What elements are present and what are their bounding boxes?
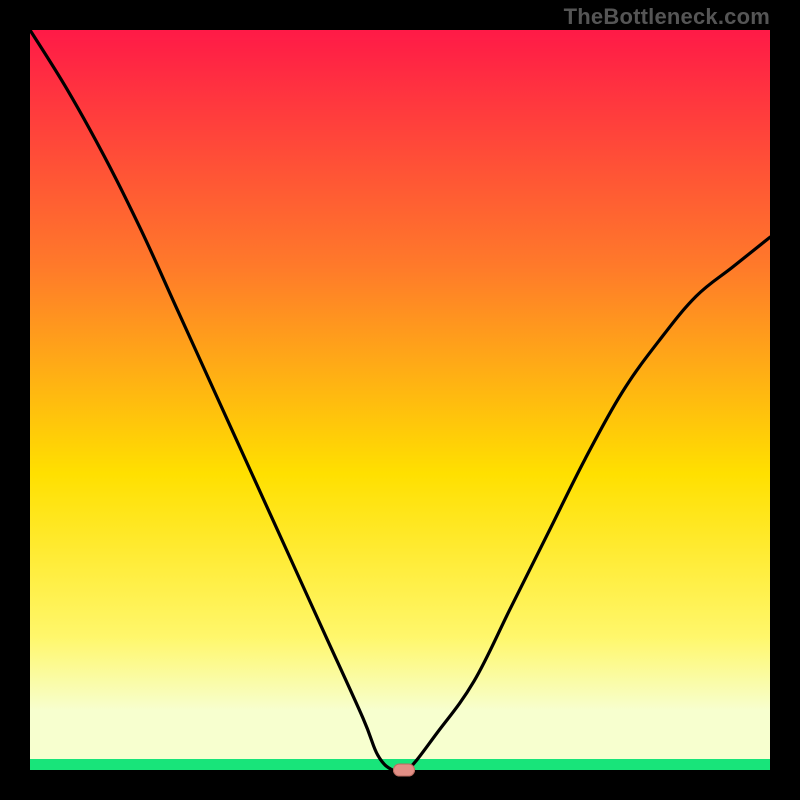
minimum-marker (393, 764, 415, 777)
chart-frame: TheBottleneck.com (0, 0, 800, 800)
watermark-text: TheBottleneck.com (564, 4, 770, 30)
chart-svg (30, 30, 770, 770)
plot-area (30, 30, 770, 770)
gradient-background (30, 30, 770, 770)
